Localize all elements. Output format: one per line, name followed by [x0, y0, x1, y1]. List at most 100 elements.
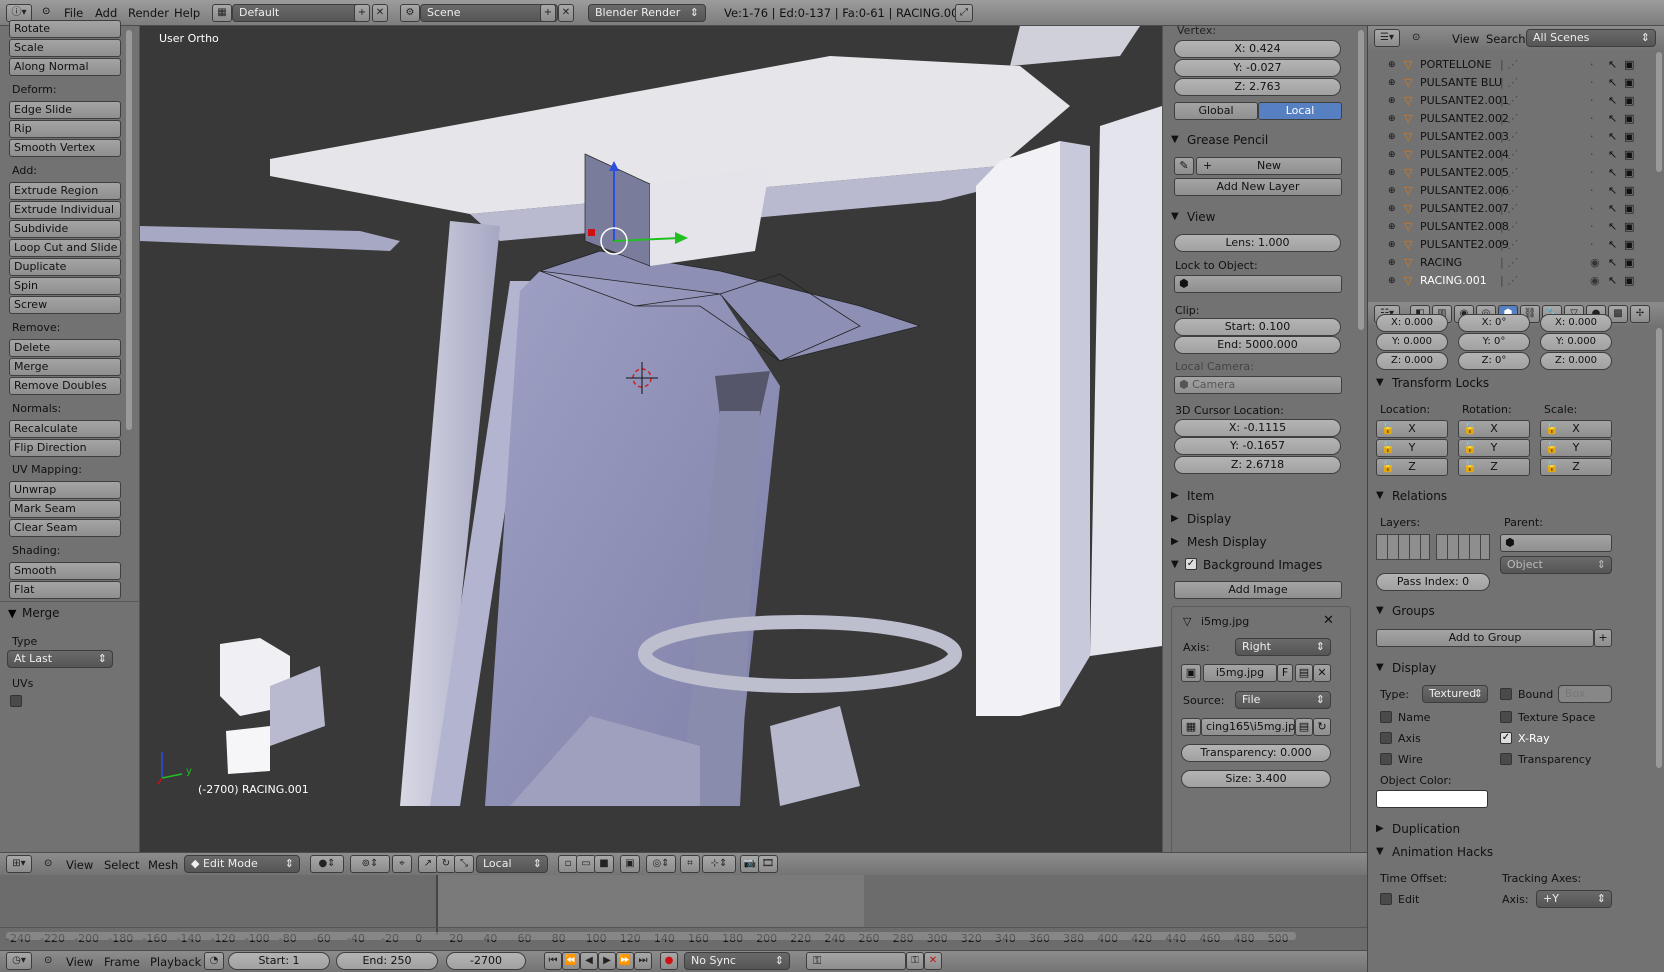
keying-set-field[interactable]: ⚿: [806, 952, 906, 970]
expand-icon[interactable]: ⊕: [1388, 200, 1396, 218]
vertex-y-field[interactable]: Y: -0.027: [1174, 59, 1341, 77]
renderable-camera-icon[interactable]: ▣: [1624, 74, 1634, 92]
duplicate-button[interactable]: Duplicate: [9, 258, 121, 276]
expand-icon[interactable]: ⊕: [1388, 146, 1396, 164]
along-normal-button[interactable]: Along Normal: [9, 58, 121, 76]
bound-checkbox[interactable]: [1500, 688, 1512, 700]
bg-images-checkbox[interactable]: ✓: [1185, 558, 1197, 570]
subdivide-button[interactable]: Subdivide: [9, 220, 121, 238]
view-menu[interactable]: View: [66, 858, 93, 872]
reload-icon[interactable]: ↻: [1313, 718, 1331, 736]
display-props-header[interactable]: ▼ Display: [1368, 657, 1664, 679]
visibility-eye-icon[interactable]: ·: [1590, 110, 1594, 128]
expand-icon[interactable]: ⊕: [1388, 236, 1396, 254]
outliner-row[interactable]: ⊕ ▽ PULSANTE2.002 | ⋰ · ↖ ▣: [1368, 110, 1653, 128]
lock-rotation-z-toggle[interactable]: 🔓 Z: [1458, 458, 1530, 476]
bound-type-select[interactable]: Box: [1558, 685, 1612, 703]
end-frame-field[interactable]: End: 250: [336, 952, 438, 970]
browse-icon[interactable]: ▤: [1295, 718, 1313, 736]
translate-manipulator-icon[interactable]: ↗: [418, 855, 438, 873]
scene-filter-select[interactable]: All Scenes ⇕: [1526, 29, 1656, 47]
outliner-row[interactable]: ⊕ ▽ PULSANTE2.007 | ⋰ · ↖ ▣: [1368, 200, 1653, 218]
bg-image-expand-icon[interactable]: ▽: [1183, 615, 1191, 628]
selectable-arrow-icon[interactable]: ↖: [1608, 272, 1617, 290]
rotate-manipulator-icon[interactable]: ↻: [436, 855, 456, 873]
visibility-eye-icon[interactable]: ·: [1590, 56, 1594, 74]
scale-manipulator-icon[interactable]: ⤡: [454, 855, 474, 873]
orientation-select[interactable]: Local ⇕: [476, 855, 548, 873]
visibility-eye-icon[interactable]: ·: [1590, 182, 1594, 200]
pivot-point-icon[interactable]: ⊚⇕: [350, 855, 390, 873]
background-images-header[interactable]: ▼ ✓ Background Images: [1163, 554, 1367, 576]
selectable-arrow-icon[interactable]: ↖: [1608, 200, 1617, 218]
sync-select[interactable]: No Sync ⇕: [684, 952, 790, 970]
add-scene-icon[interactable]: +: [540, 4, 556, 22]
smooth-button[interactable]: Smooth: [9, 562, 121, 580]
visibility-eye-icon[interactable]: ·: [1590, 92, 1594, 110]
selectable-arrow-icon[interactable]: ↖: [1608, 182, 1617, 200]
view-header[interactable]: ▼ View: [1163, 206, 1367, 228]
outliner-row[interactable]: ⊕ ▽ RACING | ⋰ ◉ ↖ ▣: [1368, 254, 1653, 272]
display-header[interactable]: ▶ Display: [1163, 508, 1367, 530]
outliner-row[interactable]: ⊕ ▽ PULSANTE BLU | ⋰ · ↖ ▣: [1368, 74, 1653, 92]
renderable-camera-icon[interactable]: ▣: [1624, 92, 1634, 110]
collapse-menu-icon[interactable]: ⊙: [42, 6, 50, 17]
mark-seam-button[interactable]: Mark Seam: [9, 500, 121, 518]
transparency-field[interactable]: Transparency: 0.000: [1181, 744, 1331, 762]
display-type-select[interactable]: Textured ⇕: [1422, 685, 1488, 703]
open-folder-icon[interactable]: ▤: [1295, 664, 1313, 682]
lock-location-z-toggle[interactable]: 🔓 Z: [1376, 458, 1448, 476]
visibility-eye-icon[interactable]: ·: [1590, 236, 1594, 254]
fake-user-button[interactable]: F: [1277, 664, 1293, 682]
extrude-region-button[interactable]: Extrude Region: [9, 182, 121, 200]
renderable-camera-icon[interactable]: ▣: [1624, 182, 1634, 200]
image-type-icon[interactable]: ▣: [1181, 664, 1201, 682]
location-y-field[interactable]: Y: 0.000: [1376, 333, 1448, 351]
add-screen-icon[interactable]: +: [354, 4, 370, 22]
new-group-icon[interactable]: +: [1594, 629, 1612, 647]
remove-screen-icon[interactable]: ✕: [372, 4, 388, 22]
recalculate-button[interactable]: Recalculate: [9, 420, 121, 438]
relations-header[interactable]: ▼ Relations: [1368, 485, 1664, 507]
record-icon[interactable]: ●: [660, 952, 678, 970]
vertex-z-field[interactable]: Z: 2.763: [1174, 78, 1341, 96]
expand-icon[interactable]: ⊕: [1388, 92, 1396, 110]
opengl-render-icon[interactable]: 🎞: [758, 855, 778, 873]
renderable-camera-icon[interactable]: ▣: [1624, 254, 1634, 272]
lock-object-field[interactable]: ⬢: [1174, 275, 1342, 293]
scene-field[interactable]: Scene: [420, 4, 558, 22]
selectable-arrow-icon[interactable]: ↖: [1608, 254, 1617, 272]
visibility-eye-icon[interactable]: ·: [1590, 164, 1594, 182]
render-preview-icon[interactable]: 📷: [740, 855, 760, 873]
wire-checkbox[interactable]: [1380, 753, 1392, 765]
frame-menu[interactable]: Frame: [104, 955, 140, 969]
x-axis-handle[interactable]: [588, 229, 595, 236]
add-image-button[interactable]: Add Image: [1174, 581, 1342, 599]
current-frame-field[interactable]: -2700: [446, 952, 526, 970]
renderable-camera-icon[interactable]: ▣: [1624, 236, 1634, 254]
lock-location-y-toggle[interactable]: 🔓 Y: [1376, 439, 1448, 457]
mesh-menu[interactable]: Mesh: [148, 858, 178, 872]
vertex-select-icon[interactable]: ▫: [558, 855, 578, 873]
expand-icon[interactable]: ⊕: [1388, 56, 1396, 74]
selectable-arrow-icon[interactable]: ↖: [1608, 110, 1617, 128]
outliner-row[interactable]: ⊕ ▽ PORTELLONE | ⋰ · ↖ ▣: [1368, 56, 1653, 74]
mode-select[interactable]: ◆ Edit Mode ⇕: [184, 855, 300, 873]
lock-rotation-x-toggle[interactable]: 🔓 X: [1458, 420, 1530, 438]
lock-location-x-toggle[interactable]: 🔓 X: [1376, 420, 1448, 438]
loop-cut-button[interactable]: Loop Cut and Slide: [9, 239, 121, 257]
object-color-swatch[interactable]: [1376, 790, 1488, 808]
location-x-field[interactable]: X: 0.000: [1376, 314, 1448, 332]
renderable-camera-icon[interactable]: ▣: [1624, 164, 1634, 182]
snap-element-icon[interactable]: ⊹⇕: [702, 855, 736, 873]
expand-icon[interactable]: ⊕: [1388, 254, 1396, 272]
rotation-z-field[interactable]: Z: 0°: [1458, 352, 1530, 370]
prev-keyframe-icon[interactable]: ⏪: [562, 952, 580, 970]
preview-range-icon[interactable]: ◔: [204, 952, 224, 970]
jump-start-icon[interactable]: ⏮: [544, 952, 562, 970]
unwrap-button[interactable]: Unwrap: [9, 481, 121, 499]
expand-icon[interactable]: ⊕: [1388, 128, 1396, 146]
groups-header[interactable]: ▼ Groups: [1368, 600, 1664, 622]
parent-type-select[interactable]: Object ⇕: [1500, 556, 1612, 574]
renderable-camera-icon[interactable]: ▣: [1624, 110, 1634, 128]
